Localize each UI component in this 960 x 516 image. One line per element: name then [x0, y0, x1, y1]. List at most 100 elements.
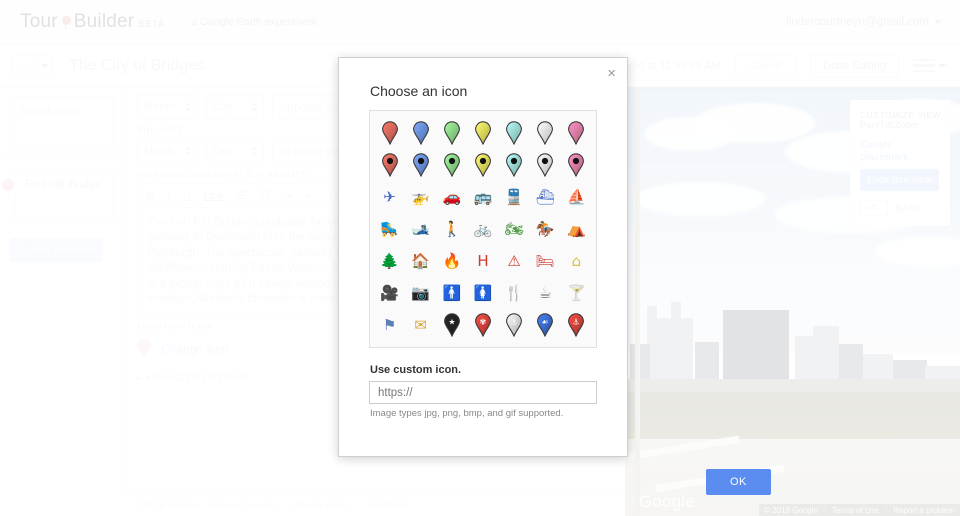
pin-cyan[interactable]	[501, 119, 527, 147]
pin-dot-red[interactable]	[377, 151, 403, 179]
coffee-icon[interactable]: ☕	[532, 279, 558, 307]
lodging-icon[interactable]: 🛏	[532, 247, 558, 275]
pin-dot-green[interactable]	[439, 151, 465, 179]
airplane-icon[interactable]: ✈	[377, 183, 403, 211]
pin-white[interactable]	[532, 119, 558, 147]
end-day-select[interactable]: Day	[205, 139, 264, 163]
rollerblade-icon[interactable]: 🛼	[377, 215, 403, 243]
lodging-icon-glyph: 🛏	[535, 251, 555, 270]
current-location-pin-icon	[137, 339, 151, 359]
bicycle-icon[interactable]: 🚲	[470, 215, 496, 243]
spinner-icon	[184, 146, 191, 156]
app-logo[interactable]: Tour Builder BETA	[20, 11, 165, 33]
pin-pink[interactable]	[563, 119, 589, 147]
car-icon[interactable]: 🚗	[439, 183, 465, 211]
pin-dot-cyan[interactable]	[501, 151, 527, 179]
horseback-icon[interactable]: 🏇	[532, 215, 558, 243]
footer-separator: ·	[282, 501, 286, 510]
add-location-button[interactable]: + Add Location	[10, 238, 104, 262]
sailboat-icon[interactable]: ⛵	[563, 183, 589, 211]
train-icon[interactable]: 🚆	[501, 183, 527, 211]
skiing-icon[interactable]: 🎿	[408, 215, 434, 243]
map-terms-of-use-link[interactable]: Terms of Use	[832, 506, 879, 515]
pin-star-icon[interactable]: ★	[439, 311, 465, 339]
account-menu[interactable]: lindercourtneyn@gmail.com	[786, 16, 942, 28]
spinner-icon	[250, 102, 257, 112]
pin-flower-icon[interactable]: ✾	[470, 311, 496, 339]
map-preview-panel[interactable]: Google © 2019 Google | Terms of Use | Re…	[625, 87, 960, 516]
pin-dot-blue[interactable]	[408, 151, 434, 179]
map-report-problem-link[interactable]: Report a problem	[893, 506, 955, 515]
footer-privacy-link[interactable]: Privacy Policy	[292, 500, 351, 511]
save-button[interactable]: Saved	[734, 53, 796, 78]
hospital-icon-glyph: H	[477, 251, 489, 270]
pin-dot-white[interactable]	[532, 151, 558, 179]
outdent-button[interactable]: ⇤	[305, 189, 314, 202]
custom-icon-url-input[interactable]: https://	[369, 381, 597, 404]
campground-icon[interactable]: ⛺	[563, 215, 589, 243]
restaurant-icon[interactable]: 🍴	[501, 279, 527, 307]
link-button[interactable]: Link	[204, 190, 224, 202]
footer-terms-link[interactable]: Terms of Service	[205, 500, 276, 511]
pin-dot-pink[interactable]	[563, 151, 589, 179]
underline-button[interactable]: U	[183, 190, 191, 202]
warning-icon[interactable]: ⚠	[501, 247, 527, 275]
page-footer: © 2018 Google Terms of Service · Privacy…	[125, 494, 625, 516]
end-month-select[interactable]: Month	[137, 139, 198, 163]
back-arrow-icon[interactable]: ↶	[860, 200, 888, 216]
menu-button[interactable]	[913, 56, 946, 76]
bulleted-list-button[interactable]: ☰	[237, 189, 247, 202]
home-button-group[interactable]: ⌂	[12, 55, 53, 76]
center-placemark-link[interactable]: Center placemark	[860, 139, 941, 163]
motorcycle-icon[interactable]: 🏍	[501, 215, 527, 243]
pin-red[interactable]	[377, 119, 403, 147]
ferry-icon[interactable]: ⛴	[532, 183, 558, 211]
ranger-station-icon[interactable]: 🏠	[408, 247, 434, 275]
start-month-select[interactable]: Month	[137, 95, 198, 119]
home-icon[interactable]: ⌂	[12, 55, 37, 76]
pin-blue[interactable]	[408, 119, 434, 147]
hiking-icon[interactable]: 🚶	[439, 215, 465, 243]
hospital-icon[interactable]: H	[470, 247, 496, 275]
svg-text:✾: ✾	[480, 318, 487, 327]
hamburger-icon	[913, 56, 935, 76]
movie-camera-icon[interactable]: 🎥	[377, 279, 403, 307]
close-icon[interactable]: ×	[607, 66, 616, 81]
back-row[interactable]: ↶ BACK	[860, 200, 941, 216]
bus-icon[interactable]: 🚌	[470, 183, 496, 211]
helicopter-icon[interactable]: 🚁	[408, 183, 434, 211]
advanced-options-label: ADVANCED OPTIONS	[144, 373, 249, 384]
indent-button[interactable]: ⇥	[283, 189, 292, 202]
pin-yellow[interactable]	[470, 119, 496, 147]
map-attribution: © 2019 Google | Terms of Use | Report a …	[758, 504, 960, 516]
start-day-select[interactable]: Day	[205, 95, 264, 119]
envelope-icon[interactable]: ✉	[408, 311, 434, 339]
rollerblade-icon-glyph: 🛼	[380, 219, 399, 238]
menu-chevron-down-icon	[938, 63, 946, 68]
footer-feedback-link[interactable]: Feedback	[368, 500, 410, 511]
bold-button[interactable]: B	[146, 190, 154, 202]
pin-green[interactable]	[439, 119, 465, 147]
pin-dot-yellow[interactable]	[470, 151, 496, 179]
home-chevron-down-icon[interactable]	[37, 55, 53, 76]
sidebar-item-introduction[interactable]: Introduction	[10, 97, 114, 149]
numbered-list-button[interactable]: ☷	[260, 189, 270, 202]
custom-icon-label: Use custom icon.	[370, 364, 462, 376]
sidebar-item-fort-pitt-bridge[interactable]: Fort Pitt Bridge	[2, 170, 114, 222]
lock-this-view-button[interactable]: Lock this view	[860, 169, 940, 191]
man-icon[interactable]: 🚹	[439, 279, 465, 307]
photo-camera-icon[interactable]: 📷	[408, 279, 434, 307]
done-editing-button[interactable]: Done Editing	[810, 53, 899, 78]
campfire-icon[interactable]: 🔥	[439, 247, 465, 275]
woman-icon[interactable]: 🚺	[470, 279, 496, 307]
home-icon[interactable]: ⌂	[563, 247, 589, 275]
pin-shell-blue-icon[interactable]: ☙	[532, 311, 558, 339]
ok-button[interactable]: OK	[706, 469, 771, 495]
change-icon-link[interactable]: Change Icon	[161, 342, 229, 356]
pin-anchor-silver-icon[interactable]: ⚓	[501, 311, 527, 339]
cocktail-icon[interactable]: 🍸	[563, 279, 589, 307]
italic-button[interactable]: I	[167, 190, 170, 202]
pin-anchor-red-icon[interactable]: ⚓	[563, 311, 589, 339]
flag-icon[interactable]: ⚑	[377, 311, 403, 339]
tree-icon[interactable]: 🌲	[377, 247, 403, 275]
